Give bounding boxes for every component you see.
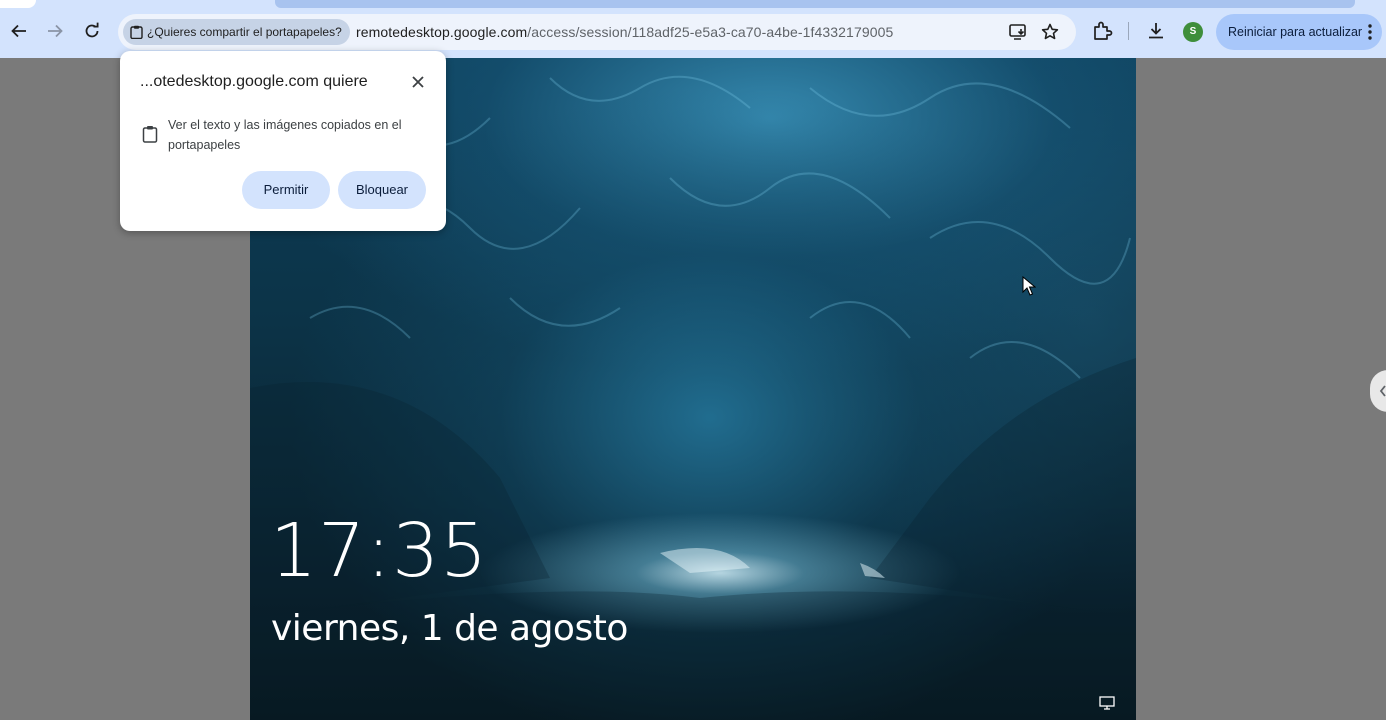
forward-button[interactable]	[40, 16, 70, 46]
permission-description: Ver el texto y las imágenes copiados en …	[168, 118, 402, 152]
kebab-menu-icon	[1368, 24, 1372, 40]
forward-arrow-icon	[48, 24, 63, 38]
clipboard-permission-chip[interactable]: ¿Quieres compartir el portapapeles?	[123, 19, 350, 45]
url-host: remotedesktop.google.com	[356, 24, 528, 40]
update-label: Reiniciar para actualizar	[1228, 25, 1363, 39]
popup-title: ...otedesktop.google.com quiere	[140, 73, 368, 90]
reload-button[interactable]	[77, 16, 107, 46]
restart-to-update-button[interactable]: Reiniciar para actualizar	[1216, 14, 1382, 50]
clipboard-icon	[130, 25, 143, 39]
url-text[interactable]: remotedesktop.google.com/access/session/…	[356, 14, 893, 50]
network-icon[interactable]	[1099, 696, 1115, 710]
tab-strip-left-tab[interactable]	[0, 0, 36, 8]
tab-strip	[0, 0, 1386, 8]
active-tab[interactable]	[275, 0, 1355, 8]
chip-label: ¿Quieres compartir el portapapeles?	[147, 25, 342, 39]
chevron-left-icon	[1379, 385, 1386, 397]
lockscreen-date: viernes, 1 de agosto	[271, 608, 628, 649]
profile-avatar[interactable]: S	[1183, 22, 1203, 42]
extensions-icon[interactable]	[1091, 20, 1113, 42]
download-icon[interactable]	[1145, 20, 1167, 42]
reload-icon	[85, 22, 99, 38]
close-icon[interactable]	[407, 71, 429, 93]
clipboard-permission-popup: ...otedesktop.google.com quiere Ver el t…	[120, 51, 446, 231]
mouse-pointer-icon	[1022, 276, 1036, 296]
install-app-icon[interactable]	[1008, 22, 1028, 42]
back-button[interactable]	[4, 16, 34, 46]
session-side-panel-handle[interactable]	[1370, 370, 1386, 412]
url-path: /access/session/118adf25-e5a3-ca70-a4be-…	[527, 24, 894, 40]
back-arrow-icon	[11, 24, 26, 38]
toolbar-divider	[1128, 22, 1129, 40]
block-button[interactable]: Bloquear	[338, 171, 426, 209]
address-bar[interactable]: ¿Quieres compartir el portapapeles? remo…	[118, 14, 1076, 50]
clipboard-icon	[142, 126, 158, 143]
allow-button[interactable]: Permitir	[242, 171, 330, 209]
lockscreen-time: 17:35	[270, 508, 489, 594]
bookmark-star-icon[interactable]	[1040, 22, 1060, 42]
browser-toolbar: ¿Quieres compartir el portapapeles? remo…	[0, 0, 1386, 58]
